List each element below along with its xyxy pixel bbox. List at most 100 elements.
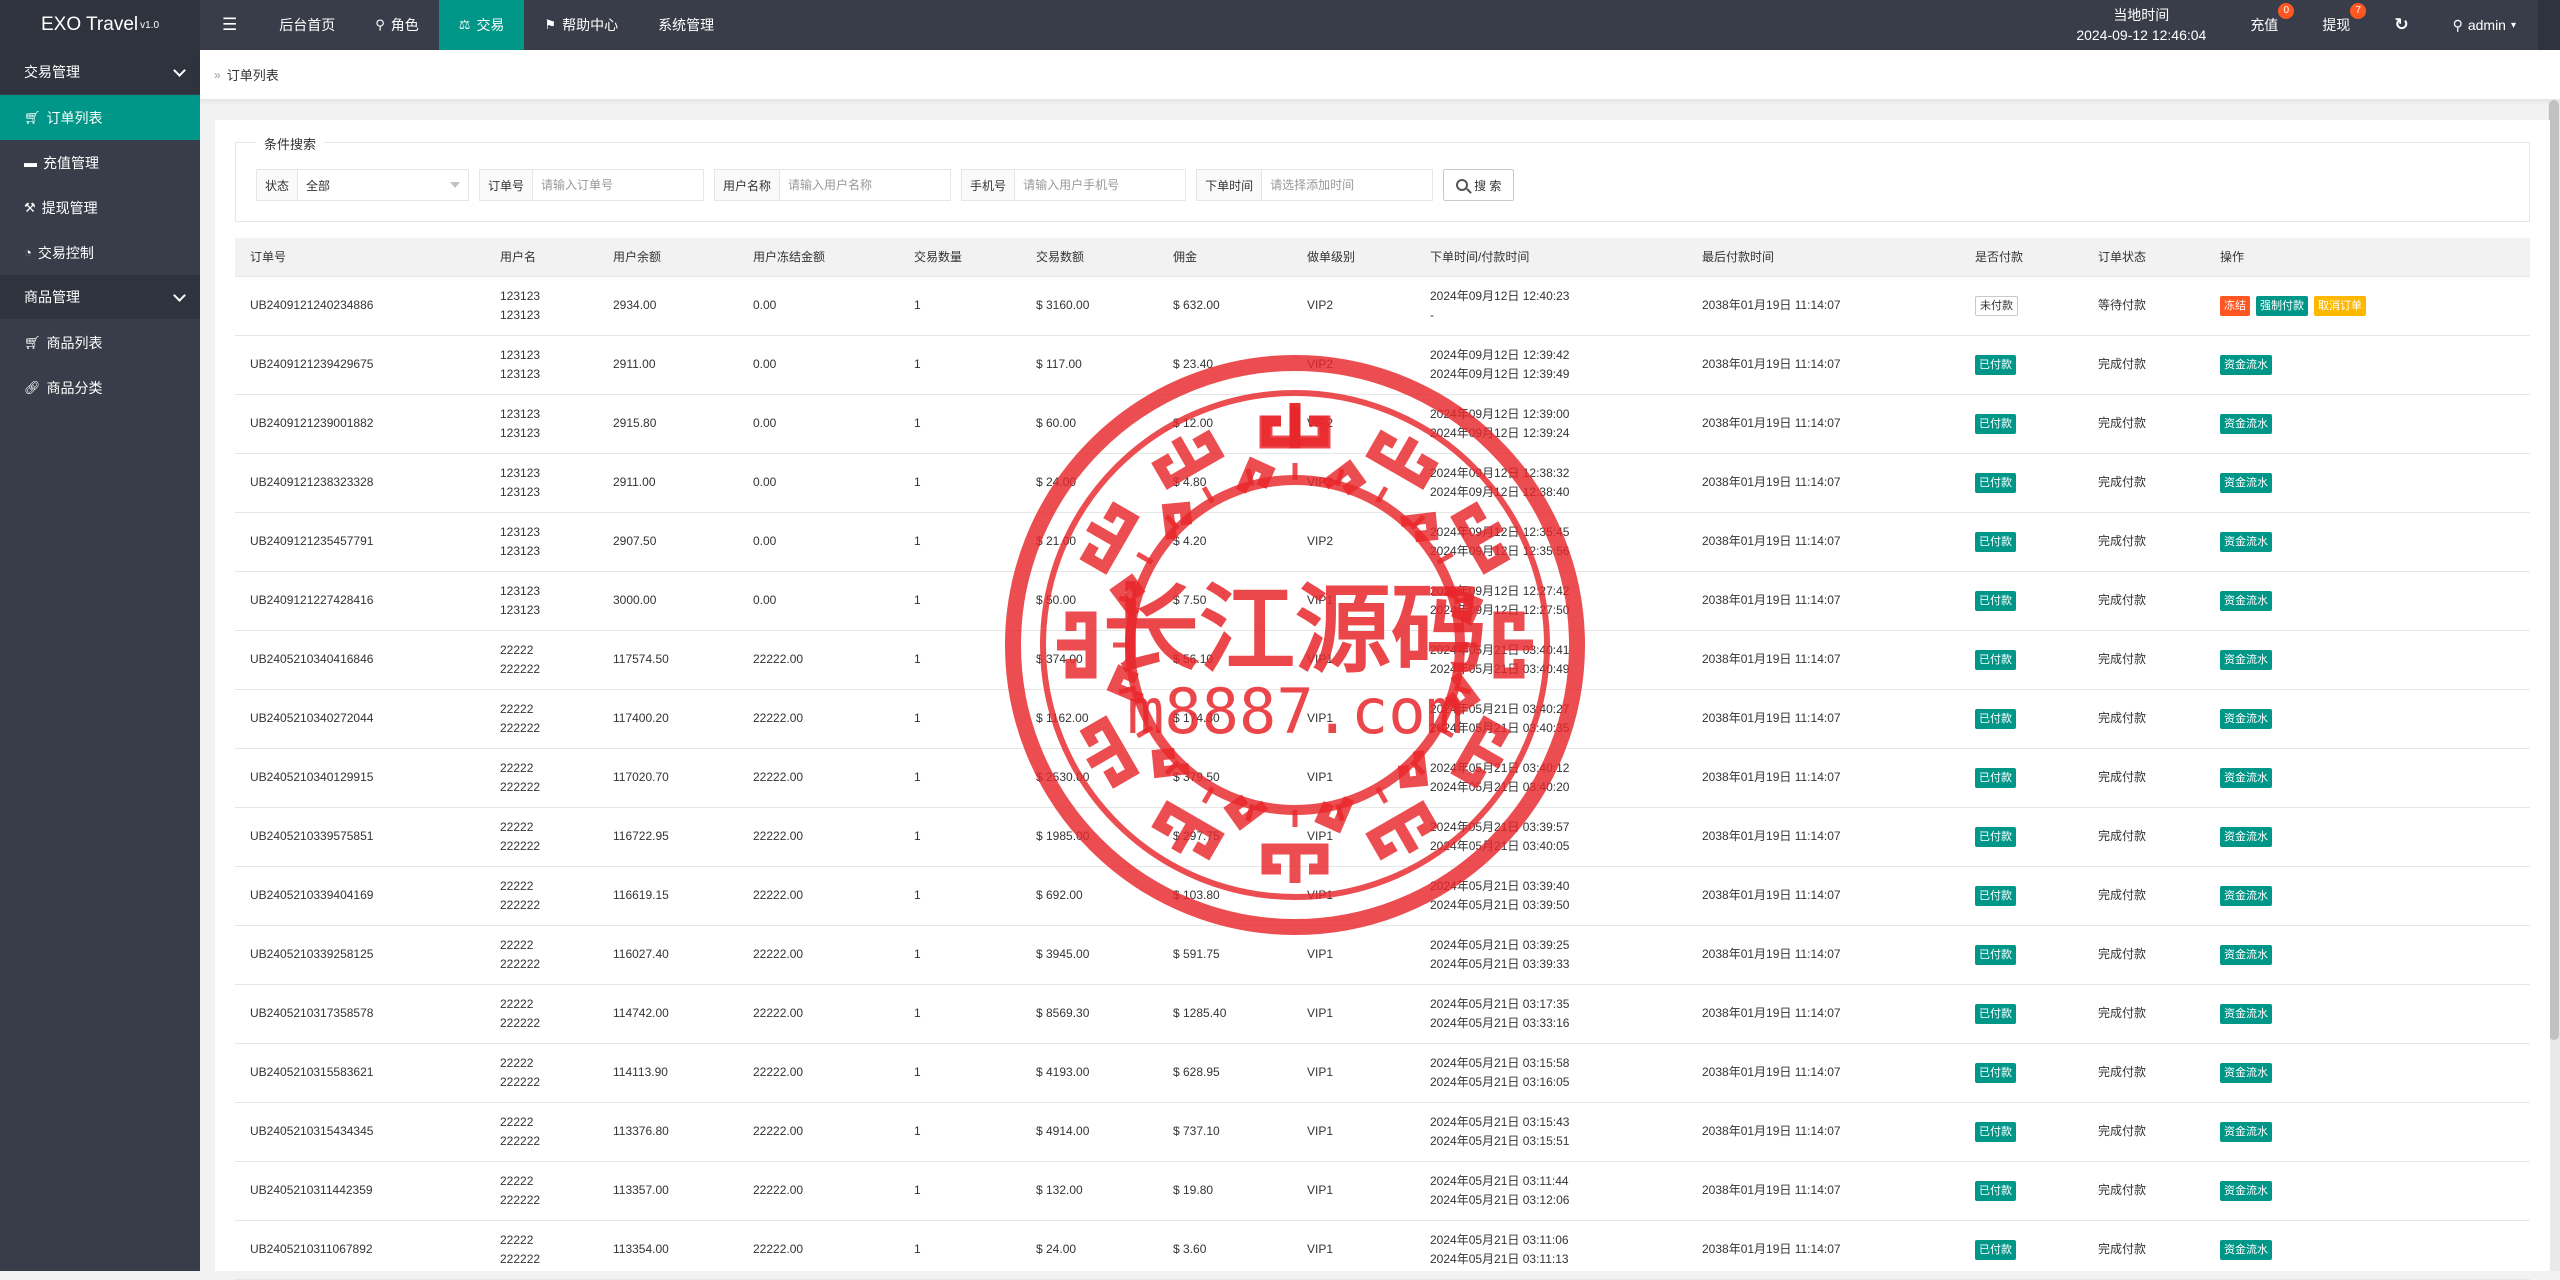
- fund-flow-button[interactable]: 资金流水: [2220, 1180, 2272, 1201]
- table-cell: VIP1: [1292, 866, 1415, 925]
- nav-help[interactable]: ⚑ 帮助中心: [524, 0, 638, 50]
- sidebar-item-goods-list[interactable]: 🛒︎ 商品列表: [0, 320, 200, 365]
- cancel-order-button[interactable]: 取消订单: [2314, 295, 2366, 316]
- refresh-icon[interactable]: ↻: [2372, 0, 2430, 50]
- search-button[interactable]: 搜 索: [1443, 169, 1515, 201]
- fund-flow-button[interactable]: 资金流水: [2220, 944, 2272, 965]
- nav-role[interactable]: ⚲ 角色: [355, 0, 439, 50]
- time-input[interactable]: [1262, 170, 1433, 200]
- scrollbar-thumb[interactable]: [2549, 100, 2559, 1040]
- order-time: 2024年05月21日 03:39:25: [1430, 937, 1570, 952]
- table-row: UB2409121238323328 123123 123123 2911.00 0.0…: [235, 453, 2530, 512]
- trade-amount: $ 24.00: [1036, 1242, 1077, 1256]
- table-cell: 22222.00: [738, 630, 899, 689]
- withdraw-button[interactable]: 提现 7: [2300, 0, 2372, 50]
- trade-qty: 1: [914, 357, 921, 371]
- fund-flow-button[interactable]: 资金流水: [2220, 1239, 2272, 1260]
- sidebar-group-trade[interactable]: 交易管理: [0, 50, 200, 95]
- paid-status-badge: 已付款: [1975, 649, 2016, 670]
- table-cell: 完成付款: [2083, 689, 2205, 748]
- menu-toggle-icon[interactable]: ☰: [200, 0, 259, 50]
- frozen-amount: 0.00: [753, 593, 777, 607]
- fund-flow-button[interactable]: 资金流水: [2220, 767, 2272, 788]
- user-balance: 2911.00: [613, 357, 656, 371]
- table-cell: UB2405210311442359: [235, 1161, 485, 1220]
- username-input[interactable]: [780, 170, 951, 200]
- recharge-button[interactable]: 充值 0: [2228, 0, 2300, 50]
- vip-level: VIP2: [1307, 475, 1334, 489]
- table-cell: UB2405210339258125: [235, 925, 485, 984]
- table-cell: $ 591.75: [1158, 925, 1292, 984]
- fund-flow-button[interactable]: 资金流水: [2220, 472, 2272, 493]
- fund-flow-button[interactable]: 资金流水: [2220, 1121, 2272, 1142]
- sidebar-item-trade-control[interactable]: ◔ 交易控制: [0, 230, 200, 275]
- fund-flow-button[interactable]: 资金流水: [2220, 354, 2272, 375]
- table-cell: $ 132.00: [1021, 1161, 1158, 1220]
- table-row: UB2409121239429675 123123 123123 2911.00 0.0…: [235, 335, 2530, 394]
- table-cell: 0.00: [738, 571, 899, 630]
- table-cell: 1: [899, 394, 1021, 453]
- fund-flow-button[interactable]: 资金流水: [2220, 531, 2272, 552]
- table-row: UB2405210339258125 22222 222222 116027.40 22…: [235, 925, 2530, 984]
- commission: $ 19.80: [1173, 1183, 1214, 1197]
- last-pay-time: 2038年01月19日 11:14:07: [1702, 1065, 1841, 1079]
- sidebar-group-goods[interactable]: 商品管理: [0, 275, 200, 320]
- column-header: 是否付款: [1960, 238, 2083, 277]
- nav-home[interactable]: 后台首页: [259, 0, 355, 50]
- order-input[interactable]: [533, 170, 704, 200]
- user-balance: 113357.00: [613, 1183, 669, 1197]
- table-cell: $ 1985.00: [1021, 807, 1158, 866]
- table-cell: UB2405210311067892: [235, 1220, 485, 1279]
- fund-flow-button[interactable]: 资金流水: [2220, 708, 2272, 729]
- user-menu[interactable]: ⚲ admin ▾: [2431, 0, 2538, 50]
- user-balance: 116027.40: [613, 947, 669, 961]
- fund-flow-button[interactable]: 资金流水: [2220, 1003, 2272, 1024]
- sidebar-item-label: 提现管理: [41, 199, 98, 216]
- nav-trade[interactable]: ⚖ 交易: [438, 0, 525, 50]
- sidebar-item-order-list[interactable]: 🛒︎ 订单列表: [0, 95, 200, 140]
- fund-flow-button[interactable]: 资金流水: [2220, 1062, 2272, 1083]
- sidebar-group-label: 商品管理: [24, 289, 80, 305]
- fund-flow-button[interactable]: 资金流水: [2220, 649, 2272, 670]
- table-cell: 已付款: [1960, 453, 2083, 512]
- fund-flow-button[interactable]: 资金流水: [2220, 826, 2272, 847]
- table-cell: VIP1: [1292, 630, 1415, 689]
- user-name: admin: [2467, 17, 2506, 33]
- table-cell: 22222 222222: [485, 807, 598, 866]
- table-cell: 1: [899, 1043, 1021, 1102]
- sidebar-item-label: 商品分类: [46, 379, 103, 396]
- sidebar-item-goods-category[interactable]: 🔗︎ 商品分类: [0, 365, 200, 410]
- commission: $ 23.40: [1173, 357, 1214, 371]
- table-cell: UB2405210339575851: [235, 807, 485, 866]
- nav-system[interactable]: 系统管理: [638, 0, 734, 50]
- fund-flow-button[interactable]: 资金流水: [2220, 590, 2272, 611]
- table-cell: 1: [899, 1161, 1021, 1220]
- order-time: 2024年09月12日 12:40:23: [1430, 288, 1570, 303]
- paid-status-badge: 已付款: [1975, 413, 2016, 434]
- breadcrumb-current: 订单列表: [226, 68, 279, 83]
- fund-flow-button[interactable]: 资金流水: [2220, 413, 2272, 434]
- table-cell: $ 12.00: [1158, 394, 1292, 453]
- paid-status-badge: 已付款: [1975, 885, 2016, 906]
- trade-qty: 1: [914, 1006, 921, 1020]
- order-status: 完成付款: [2098, 770, 2147, 784]
- vip-level: VIP1: [1307, 770, 1334, 784]
- fund-flow-button[interactable]: 资金流水: [2220, 885, 2272, 906]
- pay-time: 2024年05月21日 03:11:13: [1430, 1251, 1569, 1266]
- sidebar-item-label: 商品列表: [46, 334, 103, 351]
- commission: $ 56.10: [1173, 652, 1214, 666]
- app-logo[interactable]: EXO Travel v1.0: [0, 0, 200, 50]
- order-id: UB2405210340272044: [250, 711, 374, 725]
- status-value: 全部: [306, 178, 331, 193]
- user-name-1: 123123: [500, 406, 541, 421]
- sidebar-item-recharge[interactable]: ▬ 充值管理: [0, 140, 200, 185]
- vip-level: VIP1: [1307, 593, 1334, 607]
- force-pay-button[interactable]: 强制付款: [2256, 295, 2308, 316]
- table-cell: 1: [899, 807, 1021, 866]
- sidebar-item-withdraw[interactable]: ⚒ 提现管理: [0, 185, 200, 230]
- table-cell: 2038年01月19日 11:14:07: [1687, 807, 1960, 866]
- freeze-button[interactable]: 冻结: [2220, 295, 2250, 316]
- phone-input[interactable]: [1015, 170, 1186, 200]
- table-cell: UB2409121239001882: [235, 394, 485, 453]
- status-select[interactable]: 全部: [298, 170, 468, 200]
